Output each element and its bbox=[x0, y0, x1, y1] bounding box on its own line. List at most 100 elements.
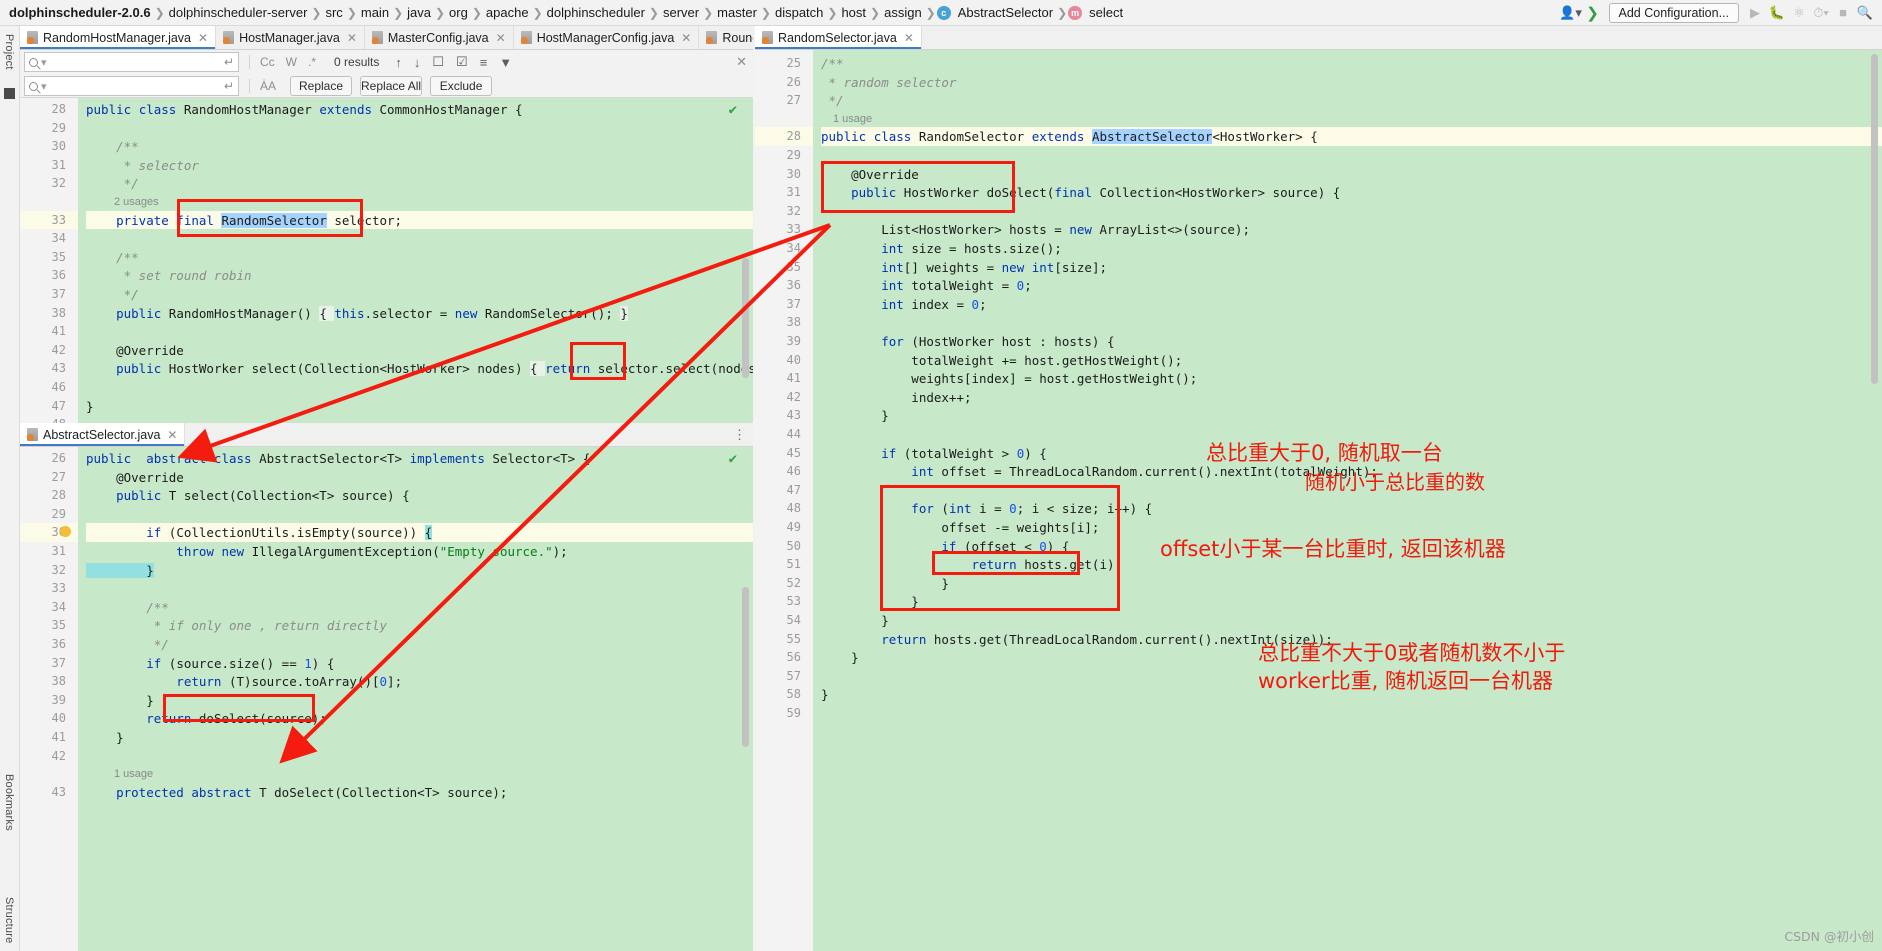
debug-icon[interactable]: 🐛 bbox=[1766, 3, 1788, 23]
code-line: for (HostWorker host : hosts) { bbox=[821, 334, 1114, 349]
code-area[interactable]: public class RandomHostManager extends C… bbox=[86, 98, 753, 423]
run-icon[interactable]: ▶ bbox=[1744, 3, 1766, 23]
tab-RandomHostManager[interactable]: RandomHostManager.java ✕ bbox=[20, 26, 217, 49]
code-area[interactable]: /** * random selector */ 1 usage public cl… bbox=[821, 50, 1882, 951]
vcs-branch-icon[interactable]: ❯ bbox=[1582, 3, 1604, 23]
breadcrumb-item-10[interactable]: dispatch bbox=[772, 5, 826, 20]
tab-label: MasterConfig.java bbox=[387, 30, 489, 45]
breadcrumb-item-9[interactable]: master bbox=[714, 5, 760, 20]
line-number: 37 bbox=[51, 655, 66, 670]
tab-HostManager[interactable]: HostManager.java ✕ bbox=[216, 26, 365, 49]
line-number: 37 bbox=[51, 287, 66, 302]
line-number: 43 bbox=[786, 408, 801, 423]
sidebar-item-bookmarks[interactable]: Bookmarks bbox=[3, 774, 15, 831]
select-all-occurrences-icon[interactable]: ☐ bbox=[432, 54, 444, 70]
regex-toggle[interactable]: .* bbox=[308, 55, 316, 69]
replace-input[interactable]: ▾ ↵ bbox=[24, 76, 239, 96]
whole-words-toggle[interactable]: W bbox=[286, 55, 297, 69]
line-number: 56 bbox=[786, 650, 801, 665]
vertical-scrollbar[interactable] bbox=[742, 587, 749, 747]
code-token: new bbox=[454, 305, 485, 321]
close-icon[interactable]: ✕ bbox=[904, 31, 914, 45]
sidebar-item-structure[interactable]: Structure bbox=[3, 897, 15, 943]
line-number: 32 bbox=[786, 203, 801, 218]
close-icon[interactable]: ✕ bbox=[347, 31, 357, 45]
replace-history-chevron-icon[interactable]: ▾ bbox=[41, 80, 47, 93]
code-token: int bbox=[821, 296, 912, 312]
breadcrumb-item-8[interactable]: server bbox=[660, 5, 702, 20]
breadcrumb-item-5[interactable]: org bbox=[446, 5, 471, 20]
prev-occurrence-icon[interactable]: ↑ bbox=[395, 55, 402, 70]
code-token: * random selector bbox=[821, 74, 957, 90]
preserve-case-toggle[interactable]: ȦA bbox=[260, 79, 276, 93]
editor-abstract-selector[interactable]: 26 27 28 29 30 31 32 33 34 35 36 37 38 39 40 41 42 43 pub… bbox=[20, 447, 753, 951]
breadcrumb-item-3[interactable]: main bbox=[358, 5, 392, 20]
tab-RoundRobinHostManager[interactable]: RoundRobinHos ▾ bbox=[699, 26, 753, 49]
profiler-icon[interactable]: ⏱▾ bbox=[1810, 3, 1832, 23]
code-token: 0 bbox=[1039, 538, 1047, 554]
tab-options-icon[interactable]: ⋮ bbox=[726, 423, 753, 446]
left-tool-rail: Project Bookmarks Structure bbox=[0, 26, 20, 951]
line-number: 33 bbox=[51, 581, 66, 596]
tab-HostManagerConfig[interactable]: HostManagerConfig.java ✕ bbox=[514, 26, 700, 49]
code-token: return bbox=[86, 711, 199, 727]
close-icon[interactable]: ✕ bbox=[167, 428, 177, 442]
java-file-icon bbox=[371, 31, 383, 44]
code-token: final bbox=[1054, 185, 1100, 201]
search-history-chevron-icon[interactable]: ▾ bbox=[41, 56, 47, 69]
exclude-button[interactable]: Exclude bbox=[430, 76, 493, 96]
code-line: } bbox=[821, 650, 859, 665]
tab-MasterConfig[interactable]: MasterConfig.java ✕ bbox=[365, 26, 514, 49]
project-tool-icon[interactable] bbox=[4, 88, 15, 99]
tab-RandomSelector[interactable]: RandomSelector.java ✕ bbox=[755, 26, 922, 49]
code-token: doSelect(source); bbox=[198, 711, 327, 727]
breadcrumb-item-7[interactable]: dolphinscheduler bbox=[544, 5, 648, 20]
editor-random-host-manager[interactable]: 2829303132333435363738414243464748 publi… bbox=[20, 98, 753, 423]
in-selection-icon[interactable]: ≡ bbox=[480, 55, 488, 70]
coverage-icon[interactable]: ⚛ bbox=[1788, 3, 1810, 23]
line-number: 54 bbox=[786, 613, 801, 628]
code-area[interactable]: public abstract class AbstractSelector<T… bbox=[86, 447, 753, 951]
breadcrumb-item-11[interactable]: host bbox=[838, 5, 869, 20]
code-token: 0 bbox=[379, 674, 388, 690]
filter-icon[interactable]: ▼ bbox=[499, 55, 512, 70]
breadcrumb-project[interactable]: dolphinscheduler-2.0.6 bbox=[6, 5, 154, 20]
breadcrumb-item-2[interactable]: src bbox=[322, 5, 345, 20]
code-line: } bbox=[821, 408, 889, 423]
vertical-scrollbar[interactable] bbox=[742, 258, 749, 378]
sidebar-item-project[interactable]: Project bbox=[3, 34, 15, 70]
breadcrumb-item-4[interactable]: java bbox=[404, 5, 434, 20]
code-line: int offset = ThreadLocalRandom.current()… bbox=[821, 464, 1378, 479]
replace-all-button[interactable]: Replace All bbox=[360, 76, 423, 96]
replace-button[interactable]: Replace bbox=[290, 76, 353, 96]
breadcrumb-item-6[interactable]: apache bbox=[483, 5, 532, 20]
code-token: private final bbox=[86, 212, 222, 228]
code-token: offset = ThreadLocalRandom.current().nex… bbox=[941, 464, 1378, 480]
stop-icon[interactable]: ■ bbox=[1832, 3, 1854, 23]
add-configuration-button[interactable]: Add Configuration... bbox=[1608, 2, 1739, 23]
search-everywhere-icon[interactable]: 🔍 bbox=[1854, 3, 1876, 23]
new-line-icon[interactable]: ↵ bbox=[224, 55, 234, 69]
close-icon[interactable]: ✕ bbox=[198, 31, 208, 45]
close-find-panel-icon[interactable]: ✕ bbox=[736, 54, 747, 70]
code-token: /** bbox=[86, 599, 169, 615]
line-number: 29 bbox=[51, 506, 66, 521]
code-token: public abstract class bbox=[86, 451, 260, 466]
breadcrumb-item-12[interactable]: assign bbox=[881, 5, 925, 20]
profile-dropdown-icon[interactable]: 👤▾ bbox=[1559, 3, 1582, 23]
close-icon[interactable]: ✕ bbox=[496, 31, 506, 45]
new-line-icon[interactable]: ↵ bbox=[224, 79, 234, 93]
breadcrumb-class[interactable]: AbstractSelector bbox=[955, 5, 1056, 20]
preserve-case-icon[interactable]: ☑ bbox=[456, 54, 468, 70]
vertical-scrollbar[interactable] bbox=[1871, 54, 1878, 384]
gutter: 25 26 27 28 29 30 31 32 33 34 35 36 37 38 39 40 41 42 43 44… bbox=[755, 50, 813, 951]
tab-AbstractSelector[interactable]: AbstractSelector.java ✕ bbox=[20, 423, 186, 446]
match-case-toggle[interactable]: Cc bbox=[260, 55, 275, 69]
next-occurrence-icon[interactable]: ↓ bbox=[414, 55, 421, 70]
close-icon[interactable]: ✕ bbox=[681, 31, 691, 45]
editor-random-selector[interactable]: 25 26 27 28 29 30 31 32 33 34 35 36 37 38 39 40 41 42 43 44… bbox=[755, 50, 1882, 951]
breadcrumb-method[interactable]: select bbox=[1086, 5, 1126, 20]
breadcrumb-item-1[interactable]: dolphinscheduler-server bbox=[166, 5, 311, 20]
breadcrumb-separator: ❯ bbox=[760, 5, 771, 20]
search-input[interactable]: ▾ ↵ bbox=[24, 52, 239, 72]
